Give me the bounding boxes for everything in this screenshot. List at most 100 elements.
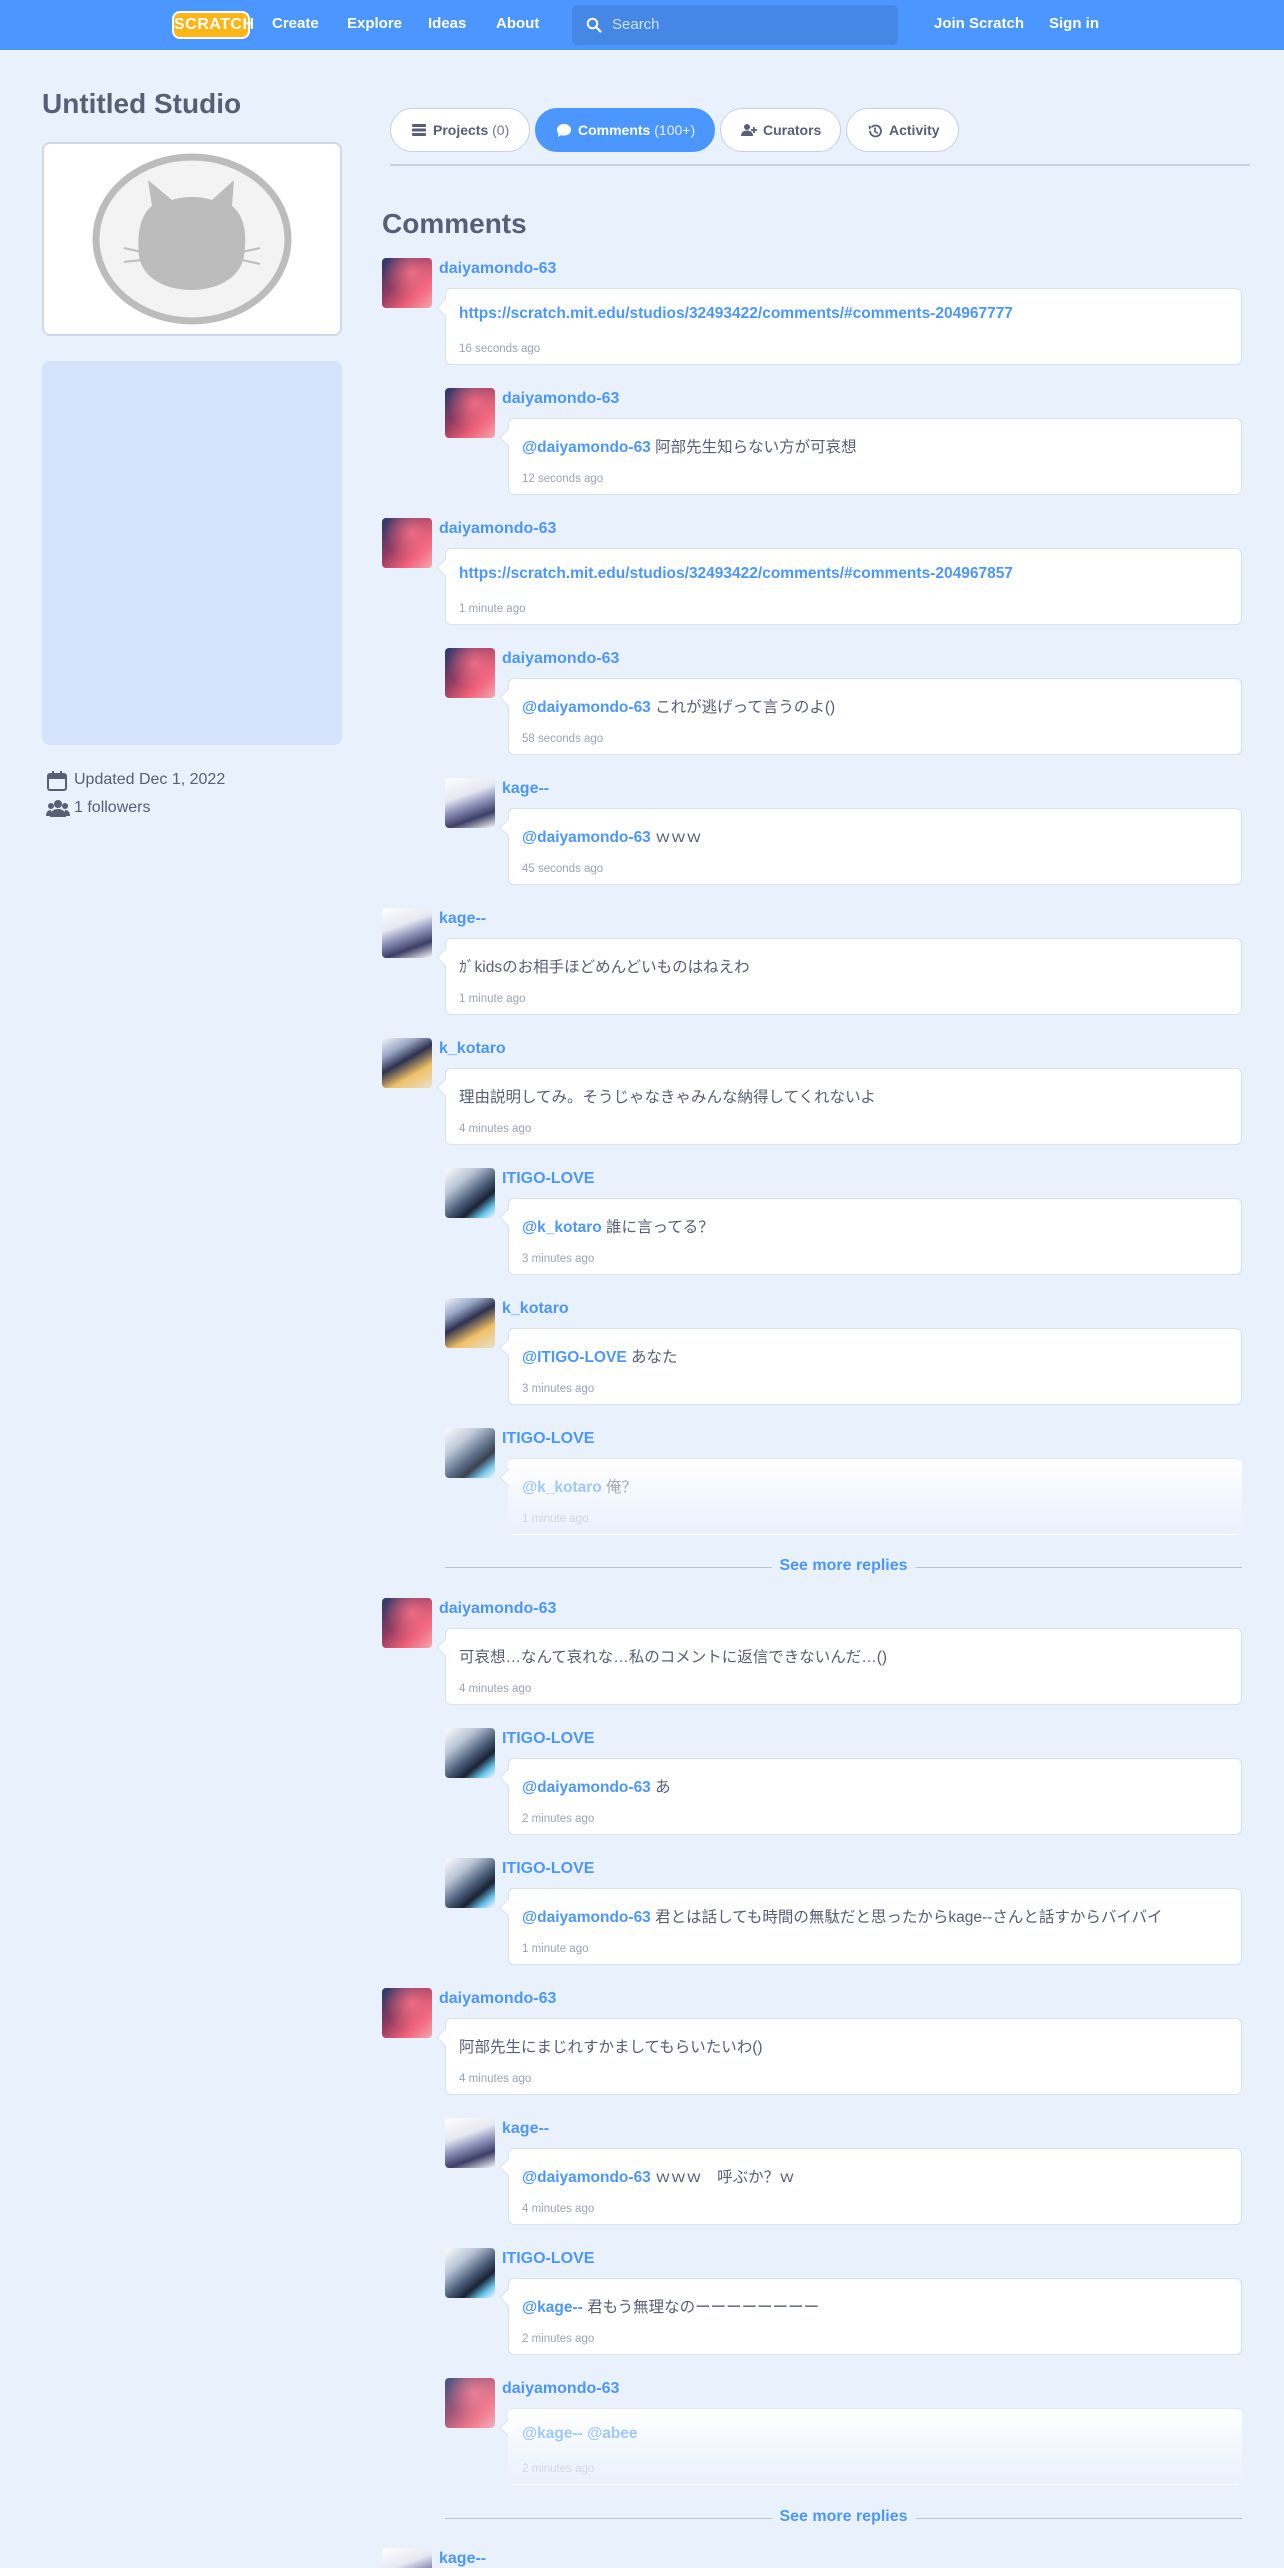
comment-link[interactable]: https://scratch.mit.edu/studios/32493422… (459, 305, 1013, 322)
tab-projects[interactable]: Projects (0) (390, 108, 530, 152)
avatar[interactable] (445, 1428, 495, 1478)
comment-mention[interactable]: @kage-- (522, 2425, 583, 2442)
join-scratch-link[interactable]: Join Scratch (934, 0, 1024, 50)
avatar[interactable] (445, 1858, 495, 1908)
tab-activity[interactable]: Activity (846, 108, 959, 152)
comment-timestamp: 3 minutes ago (522, 1383, 595, 1395)
avatar[interactable] (382, 518, 432, 568)
comment-bubble: ｶﾞkidsのお相手ほどめんどいものはねえわ 1 minute ago (445, 938, 1242, 1015)
search-placeholder: Search (612, 16, 660, 33)
comment-bubble: @daiyamondo-63 阿部先生知らない方が可哀想 12 seconds … (508, 418, 1242, 495)
comment-mention[interactable]: @ITIGO-LOVE (522, 1349, 627, 1366)
avatar[interactable] (445, 1298, 495, 1348)
avatar[interactable] (382, 1988, 432, 2038)
comments-heading: Comments (382, 208, 527, 239)
comment-mention[interactable]: @k_kotaro (522, 1479, 602, 1496)
avatar[interactable] (445, 2378, 495, 2428)
comment-timestamp: 45 seconds ago (522, 863, 604, 875)
comment-username[interactable]: daiyamondo-63 (439, 260, 556, 278)
comment-username[interactable]: daiyamondo-63 (439, 1600, 556, 1618)
comment-body: あ (650, 1779, 671, 1796)
tab-projects-count: (0) (492, 122, 510, 138)
comment-text: @daiyamondo-63 これが逃げって言うのよ() (522, 695, 835, 717)
comment-bubble: 可哀想…なんて哀れな…私のコメントに返信できないんだ…() 4 minutes … (445, 1628, 1242, 1705)
comment-username[interactable]: ITIGO-LOVE (502, 1860, 594, 1878)
comment-username[interactable]: ITIGO-LOVE (502, 2250, 594, 2268)
tab-curators[interactable]: Curators (720, 108, 841, 152)
comment-mention[interactable]: @daiyamondo-63 (522, 439, 651, 456)
comment-mention[interactable]: @daiyamondo-63 (522, 699, 651, 716)
comment-text: @kage-- @abee (522, 2425, 638, 2443)
scratch-logo[interactable]: SCRATCH (172, 11, 254, 39)
top-nav: SCRATCH Create Explore Ideas About Searc… (0, 0, 1284, 50)
nav-about-link[interactable]: About (496, 0, 539, 50)
avatar[interactable] (445, 388, 495, 438)
comment-text: @k_kotaro 俺？ (522, 1475, 637, 1497)
projects-icon (412, 124, 426, 136)
comment-username[interactable]: k_kotaro (502, 1300, 569, 1318)
avatar[interactable] (382, 1598, 432, 1648)
avatar[interactable] (382, 1038, 432, 1088)
comment-body: 誰に言ってる？ (601, 1219, 714, 1236)
comment-username[interactable]: daiyamondo-63 (439, 520, 556, 538)
tab-comments-count: (100+) (654, 122, 696, 138)
see-more-replies-button[interactable]: See more replies (445, 2508, 1242, 2528)
comment-mention[interactable]: @k_kotaro (522, 1219, 602, 1236)
comment-mention[interactable]: @kage-- (522, 2299, 583, 2316)
comment-text: @daiyamondo-63 阿部先生知らない方が可哀想 (522, 435, 857, 457)
comment-username[interactable]: daiyamondo-63 (439, 1990, 556, 2008)
comment-text: 阿部先生にまじれすかましてもらいたいわ() (459, 2039, 763, 2056)
comment-username[interactable]: ITIGO-LOVE (502, 1430, 594, 1448)
comment-mention[interactable]: @daiyamondo-63 (522, 1909, 651, 1926)
comment-mention[interactable]: @daiyamondo-63 (522, 2169, 651, 2186)
comment-username[interactable]: kage-- (439, 2550, 486, 2568)
comment-username[interactable]: kage-- (502, 2120, 549, 2138)
comment-text: @daiyamondo-63 あ (522, 1775, 671, 1797)
comment-username[interactable]: kage-- (439, 910, 486, 928)
followers-text: 1 followers (74, 799, 151, 816)
nav-explore-link[interactable]: Explore (347, 0, 402, 50)
nav-ideas-link[interactable]: Ideas (428, 0, 466, 50)
comment-timestamp: 2 minutes ago (522, 2463, 595, 2475)
see-more-replies-button[interactable]: See more replies (445, 1557, 1242, 1577)
comment-username[interactable]: k_kotaro (439, 1040, 506, 1058)
tab-activity-label: Activity (889, 122, 940, 138)
tab-comments[interactable]: Comments (100+) (535, 108, 715, 152)
comment-username[interactable]: daiyamondo-63 (502, 2380, 619, 2398)
sign-in-link[interactable]: Sign in (1049, 0, 1099, 50)
comment-username[interactable]: daiyamondo-63 (502, 650, 619, 668)
comment-bubble: @kage-- @abee 2 minutes ago (508, 2408, 1242, 2485)
comment-body: 君とは話しても時間の無駄だと思ったからkage--さんと話すからバイバイ (650, 1909, 1163, 1926)
comment-mention[interactable]: @daiyamondo-63 (522, 829, 651, 846)
comment-text: ｶﾞkidsのお相手ほどめんどいものはねえわ (459, 959, 750, 976)
avatar[interactable] (382, 908, 432, 958)
avatar[interactable] (382, 2548, 432, 2568)
comment-username[interactable]: ITIGO-LOVE (502, 1170, 594, 1188)
comment-text: @ITIGO-LOVE あなた (522, 1345, 677, 1367)
avatar[interactable] (445, 2248, 495, 2298)
comment-username[interactable]: kage-- (502, 780, 549, 798)
comment-timestamp: 58 seconds ago (522, 733, 604, 745)
comment-timestamp: 2 minutes ago (522, 1813, 595, 1825)
comment-bubble: @daiyamondo-63 ｗｗｗ 45 seconds ago (508, 808, 1242, 885)
comment-bubble: @kage-- 君もう無理なのーーーーーーーー 2 minutes ago (508, 2278, 1242, 2355)
comment-timestamp: 1 minute ago (522, 1513, 589, 1525)
comment-bubble: @daiyamondo-63 あ 2 minutes ago (508, 1758, 1242, 1835)
comment-mention[interactable]: @daiyamondo-63 (522, 1779, 651, 1796)
comment-link[interactable]: https://scratch.mit.edu/studios/32493422… (459, 565, 1013, 582)
comment-bubble: 阿部先生にまじれすかましてもらいたいわ() 4 minutes ago (445, 2018, 1242, 2095)
comment-body[interactable]: @abee (583, 2425, 637, 2442)
search-input[interactable]: Search (572, 5, 898, 45)
tab-curators-label: Curators (763, 122, 822, 138)
nav-create-link[interactable]: Create (272, 0, 319, 50)
avatar[interactable] (445, 778, 495, 828)
comment-timestamp: 1 minute ago (459, 993, 526, 1005)
avatar[interactable] (445, 1728, 495, 1778)
comment-text: 理由説明してみ。そうじゃなきゃみんな納得してくれないよ (459, 1089, 876, 1106)
avatar[interactable] (445, 648, 495, 698)
avatar[interactable] (382, 258, 432, 308)
comment-username[interactable]: daiyamondo-63 (502, 390, 619, 408)
comment-username[interactable]: ITIGO-LOVE (502, 1730, 594, 1748)
avatar[interactable] (445, 1168, 495, 1218)
avatar[interactable] (445, 2118, 495, 2168)
